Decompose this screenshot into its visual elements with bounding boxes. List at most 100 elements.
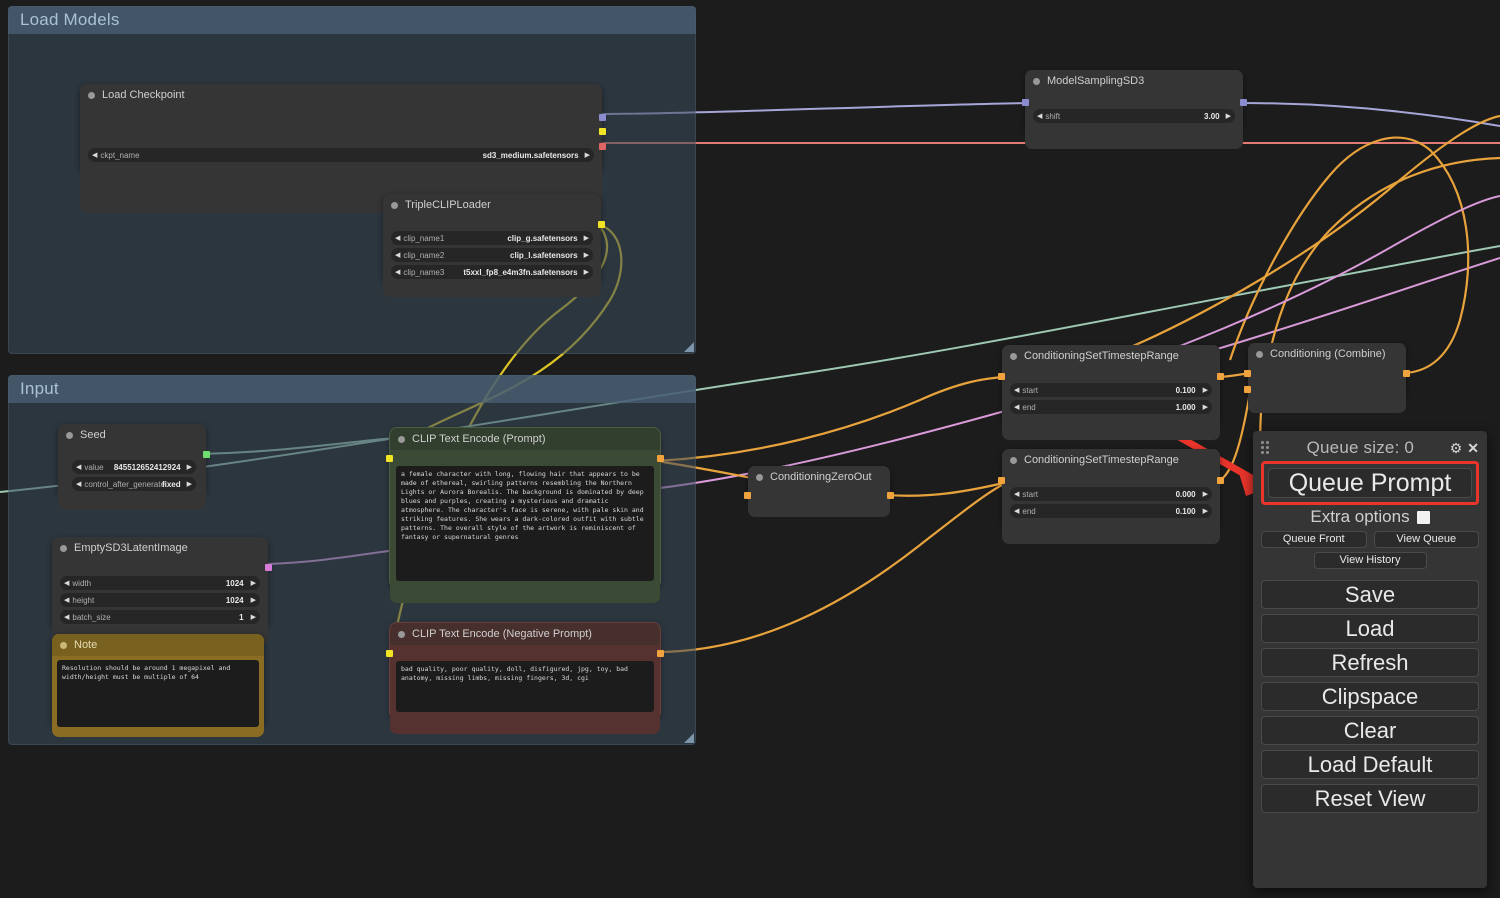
node-header[interactable]: ConditioningSetTimestepRange [1002,449,1220,471]
chevron-right-icon[interactable]: ▶ [584,235,589,242]
reset-view-button[interactable]: Reset View [1261,784,1479,813]
input-port-conditioning[interactable] [744,492,751,499]
widget-width[interactable]: ◀ width 1024 ▶ [60,576,260,590]
widget-clip-name2[interactable]: ◀ clip_name2 clip_l.safetensors ▶ [391,248,593,262]
widget-height[interactable]: ◀ height 1024 ▶ [60,593,260,607]
chevron-left-icon[interactable]: ◀ [1014,508,1019,515]
chevron-right-icon[interactable]: ▶ [251,597,256,604]
output-port-conditioning[interactable] [1217,477,1224,484]
prompt-textarea[interactable]: a female character with long, flowing ha… [396,466,654,581]
node-header[interactable]: Note [52,634,264,656]
chevron-right-icon[interactable]: ▶ [1203,404,1208,411]
node-header[interactable]: Load Checkpoint [80,84,602,106]
chevron-left-icon[interactable]: ◀ [395,252,400,259]
node-header[interactable]: Conditioning (Combine) [1248,343,1406,365]
note-textarea[interactable]: Resolution should be around 1 megapixel … [57,660,259,727]
extra-options-checkbox[interactable] [1416,510,1430,524]
node-collapse-dot[interactable] [398,630,405,638]
widget-batch-size[interactable]: ◀ batch_size 1 ▶ [60,610,260,624]
chevron-left-icon[interactable]: ◀ [92,152,97,159]
chevron-left-icon[interactable]: ◀ [76,481,81,488]
node-collapse-dot[interactable] [66,431,73,439]
output-port-latent[interactable] [265,564,272,571]
extra-options-row[interactable]: Extra options [1261,507,1479,527]
node-triple-clip-loader[interactable]: TripleCLIPLoader ◀ clip_name1 clip_g.safe… [383,194,605,297]
comfy-menu-panel[interactable]: Queue size: 0 ⚙ ✕ Queue Prompt Extra opt… [1253,431,1487,888]
chevron-left-icon[interactable]: ◀ [64,597,69,604]
gear-icon[interactable]: ⚙ [1450,441,1463,455]
node-collapse-dot[interactable] [391,201,398,209]
save-button[interactable]: Save [1261,580,1479,609]
input-port-conditioning-1[interactable] [1244,370,1251,377]
node-collapse-dot[interactable] [1010,352,1017,360]
output-port-model[interactable] [1240,99,1247,106]
chevron-left-icon[interactable]: ◀ [1037,113,1042,120]
node-load-checkpoint[interactable]: Load Checkpoint ◀ ckpt_name sd3_medium.sa… [80,84,606,213]
widget-end[interactable]: ◀ end 1.000 ▶ [1010,400,1212,414]
chevron-right-icon[interactable]: ▶ [187,481,192,488]
input-port-clip[interactable] [386,650,393,657]
chevron-right-icon[interactable]: ▶ [584,252,589,259]
output-port-conditioning[interactable] [1403,370,1410,377]
chevron-right-icon[interactable]: ▶ [251,580,256,587]
input-port-conditioning[interactable] [998,477,1005,484]
load-button[interactable]: Load [1261,614,1479,643]
widget-start[interactable]: ◀ start 0.100 ▶ [1010,383,1212,397]
output-port-int[interactable] [203,451,210,458]
node-empty-sd3-latent-image[interactable]: EmptySD3LatentImage ◀ width 1024 ▶ ◀ heigh… [52,537,272,645]
node-collapse-dot[interactable] [60,544,67,552]
chevron-left-icon[interactable]: ◀ [1014,404,1019,411]
node-conditioning-set-timestep-range-2[interactable]: ConditioningSetTimestepRange ◀ start 0.00… [998,449,1224,544]
output-port-model[interactable] [599,114,606,121]
group-title-load-models[interactable]: Load Models [8,6,696,34]
node-note[interactable]: Note Resolution should be around 1 megap… [52,634,264,737]
chevron-right-icon[interactable]: ▶ [1203,508,1208,515]
node-collapse-dot[interactable] [1256,350,1263,358]
chevron-right-icon[interactable]: ▶ [585,152,590,159]
refresh-button[interactable]: Refresh [1261,648,1479,677]
input-port-model[interactable] [1022,99,1029,106]
output-port-clip[interactable] [599,128,606,135]
node-clip-text-encode-negative-prompt[interactable]: CLIP Text Encode (Negative Prompt) bad q… [386,623,664,734]
negative-prompt-textarea[interactable]: bad quality, poor quality, doll, disfigu… [396,661,654,712]
clipspace-button[interactable]: Clipspace [1261,682,1479,711]
node-header[interactable]: CLIP Text Encode (Prompt) [390,428,660,450]
node-header[interactable]: ConditioningSetTimestepRange [1002,345,1220,367]
widget-clip-name1[interactable]: ◀ clip_name1 clip_g.safetensors ▶ [391,231,593,245]
output-port-vae[interactable] [599,143,606,150]
node-collapse-dot[interactable] [756,473,763,481]
graph-canvas[interactable]: Load Models Input Load Checkpoint ◀ ckpt_… [0,0,1500,898]
node-conditioning-combine[interactable]: Conditioning (Combine) [1244,343,1410,413]
output-port-clip[interactable] [598,221,605,228]
output-port-conditioning[interactable] [657,650,664,657]
chevron-right-icon[interactable]: ▶ [187,464,192,471]
node-collapse-dot[interactable] [1033,77,1040,85]
input-port-conditioning[interactable] [998,373,1005,380]
node-header[interactable]: CLIP Text Encode (Negative Prompt) [390,623,660,645]
chevron-left-icon[interactable]: ◀ [395,235,400,242]
widget-control-after-generate[interactable]: ◀ control_after_generate fixed ▶ [72,477,196,491]
chevron-right-icon[interactable]: ▶ [251,614,256,621]
widget-ckpt-name[interactable]: ◀ ckpt_name sd3_medium.safetensors ▶ [88,148,594,162]
clear-button[interactable]: Clear [1261,716,1479,745]
group-resize-handle[interactable] [684,342,694,352]
node-header[interactable]: TripleCLIPLoader [383,194,601,216]
node-collapse-dot[interactable] [398,435,405,443]
node-header[interactable]: ConditioningZeroOut [748,466,890,488]
output-port-conditioning[interactable] [1217,373,1224,380]
node-conditioning-zero-out[interactable]: ConditioningZeroOut [744,466,894,517]
widget-clip-name3[interactable]: ◀ clip_name3 t5xxl_fp8_e4m3fn.safetensors… [391,265,593,279]
view-history-button[interactable]: View History [1313,552,1427,569]
chevron-right-icon[interactable]: ▶ [1203,387,1208,394]
node-collapse-dot[interactable] [1010,456,1017,464]
chevron-left-icon[interactable]: ◀ [1014,387,1019,394]
widget-seed-value[interactable]: ◀ value 845512652412924 ▶ [72,460,196,474]
chevron-left-icon[interactable]: ◀ [64,614,69,621]
input-port-conditioning-2[interactable] [1244,386,1251,393]
input-port-clip[interactable] [386,455,393,462]
node-clip-text-encode-prompt[interactable]: CLIP Text Encode (Prompt) a female chara… [386,428,664,603]
node-collapse-dot[interactable] [88,91,95,99]
load-default-button[interactable]: Load Default [1261,750,1479,779]
chevron-left-icon[interactable]: ◀ [76,464,81,471]
chevron-left-icon[interactable]: ◀ [64,580,69,587]
